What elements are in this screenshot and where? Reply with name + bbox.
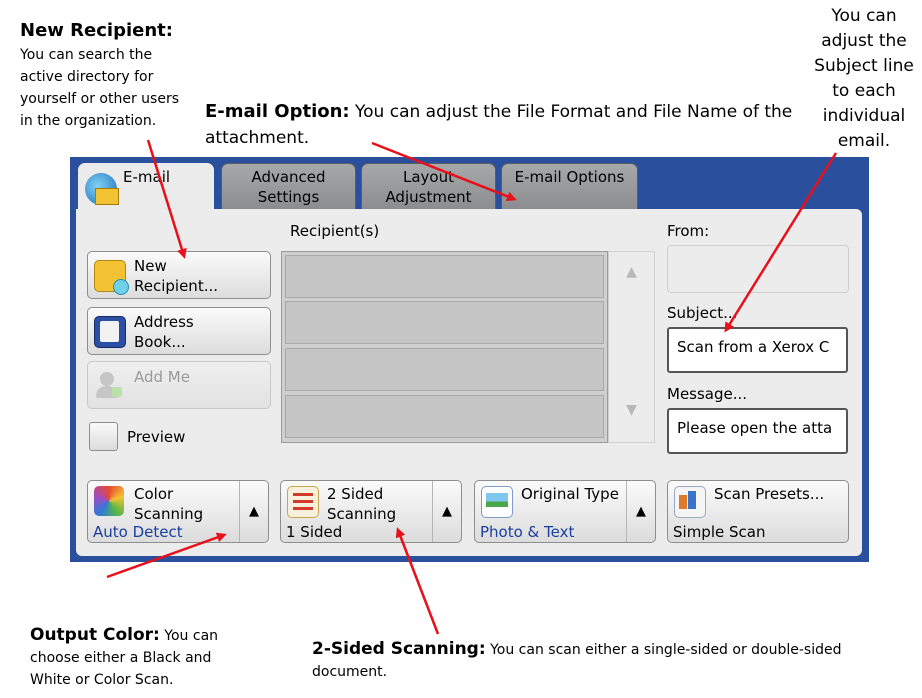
arrow-output-color [106,532,227,579]
arrow-email-options [371,141,517,202]
annotation-arrows [106,139,838,635]
arrow-two-sided [395,527,440,635]
arrow-new-recipient [146,139,187,259]
arrow-subject [724,152,838,333]
